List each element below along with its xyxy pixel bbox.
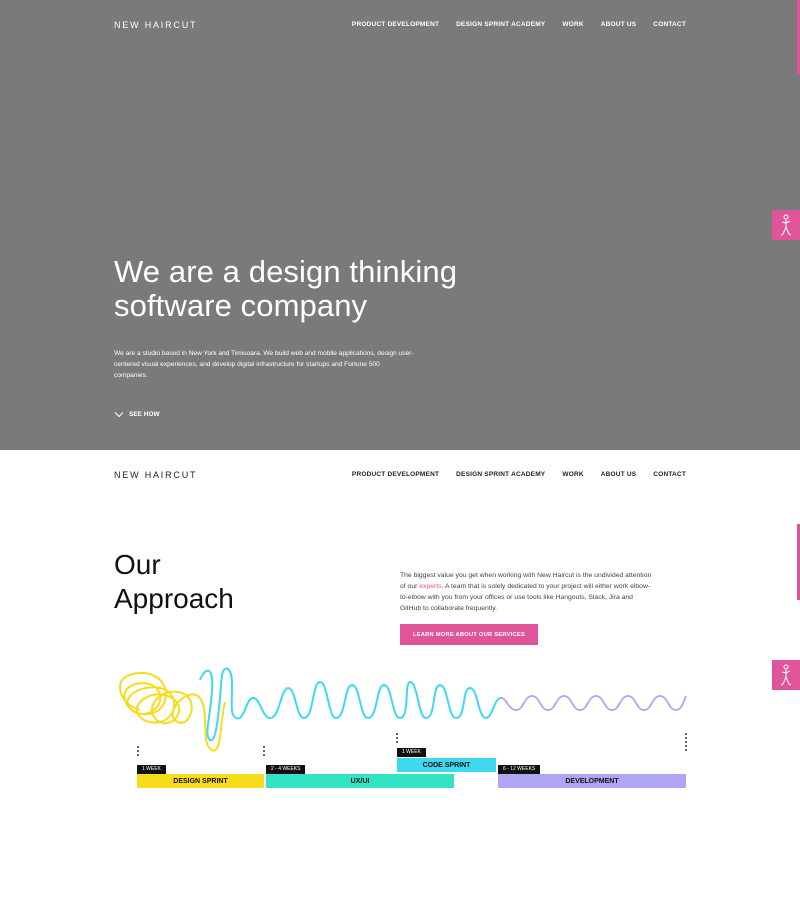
hero-title-line2: software company: [114, 288, 368, 323]
hero-navbar: NEW HAIRCUT PRODUCT DEVELOPMENT DESIGN S…: [0, 0, 800, 50]
hero-section: NEW HAIRCUT PRODUCT DEVELOPMENT DESIGN S…: [0, 0, 800, 450]
chevron-down-icon: [114, 412, 124, 418]
nav-product-development[interactable]: PRODUCT DEVELOPMENT: [352, 471, 439, 478]
hero-title-line1: We are a design thinking: [114, 254, 458, 289]
approach-section: NEW HAIRCUT PRODUCT DEVELOPMENT DESIGN S…: [0, 450, 800, 899]
side-tab-button[interactable]: [772, 660, 800, 690]
nav-contact[interactable]: CONTACT: [653, 21, 686, 28]
phase-bar-development: DEVELOPMENT: [498, 774, 686, 788]
nav-about-us[interactable]: ABOUT US: [601, 21, 637, 28]
sticky-navbar: NEW HAIRCUT PRODUCT DEVELOPMENT DESIGN S…: [0, 450, 800, 500]
nav-work[interactable]: WORK: [562, 21, 583, 28]
duration-tag-code-sprint: 1 WEEK: [397, 748, 426, 757]
main-nav: PRODUCT DEVELOPMENT DESIGN SPRINT ACADEM…: [352, 471, 686, 478]
nav-contact[interactable]: CONTACT: [653, 471, 686, 478]
phase-marker-dots: [137, 746, 139, 758]
duration-tag-ux-ui: 2 - 4 WEEKS: [266, 765, 306, 774]
nav-design-sprint-academy[interactable]: DESIGN SPRINT ACADEMY: [456, 471, 545, 478]
phase-bar-code-sprint: CODE SPRINT: [397, 758, 496, 772]
hero-title: We are a design thinking software compan…: [114, 255, 534, 323]
phase-bar-design-sprint: DESIGN SPRINT: [137, 774, 264, 788]
logo[interactable]: NEW HAIRCUT: [114, 20, 197, 30]
approach-text: The biggest value you get when working w…: [400, 570, 655, 614]
nav-work[interactable]: WORK: [562, 471, 583, 478]
learn-more-services-button[interactable]: LEARN MORE ABOUT OUR SERVICES: [400, 624, 538, 645]
side-tab-button[interactable]: [772, 210, 800, 240]
phase-bar-ux-ui: UX/UI: [266, 774, 454, 788]
robot-figure-icon: [780, 214, 792, 236]
logo[interactable]: NEW HAIRCUT: [114, 470, 197, 480]
approach-title: Our Approach: [114, 548, 234, 616]
nav-product-development[interactable]: PRODUCT DEVELOPMENT: [352, 21, 439, 28]
see-how-label: SEE HOW: [129, 411, 160, 418]
hero-description: We are a studio based in New York and Ti…: [114, 350, 414, 379]
loops-line: [199, 667, 501, 742]
phase-marker-dots: [685, 733, 687, 753]
process-timeline: 1 WEEK DESIGN SPRINT 2 - 4 WEEKS UX/UI 1…: [0, 660, 800, 800]
approach-title-line1: Our: [114, 549, 161, 580]
phase-marker-dots: [263, 746, 265, 758]
process-wave-illustration: [119, 667, 687, 752]
main-nav: PRODUCT DEVELOPMENT DESIGN SPRINT ACADEM…: [352, 21, 686, 28]
duration-tag-development: 6 - 12 WEEKS: [498, 765, 541, 774]
see-how-link[interactable]: SEE HOW: [114, 411, 160, 418]
duration-tag-design-sprint: 1 WEEK: [137, 765, 166, 774]
nav-design-sprint-academy[interactable]: DESIGN SPRINT ACADEMY: [456, 21, 545, 28]
experts-link[interactable]: experts: [419, 583, 441, 590]
nav-about-us[interactable]: ABOUT US: [601, 471, 637, 478]
development-waves-line: [499, 695, 687, 711]
phase-marker-dots: [396, 733, 398, 745]
approach-title-line2: Approach: [114, 583, 234, 614]
robot-figure-icon: [780, 664, 792, 686]
